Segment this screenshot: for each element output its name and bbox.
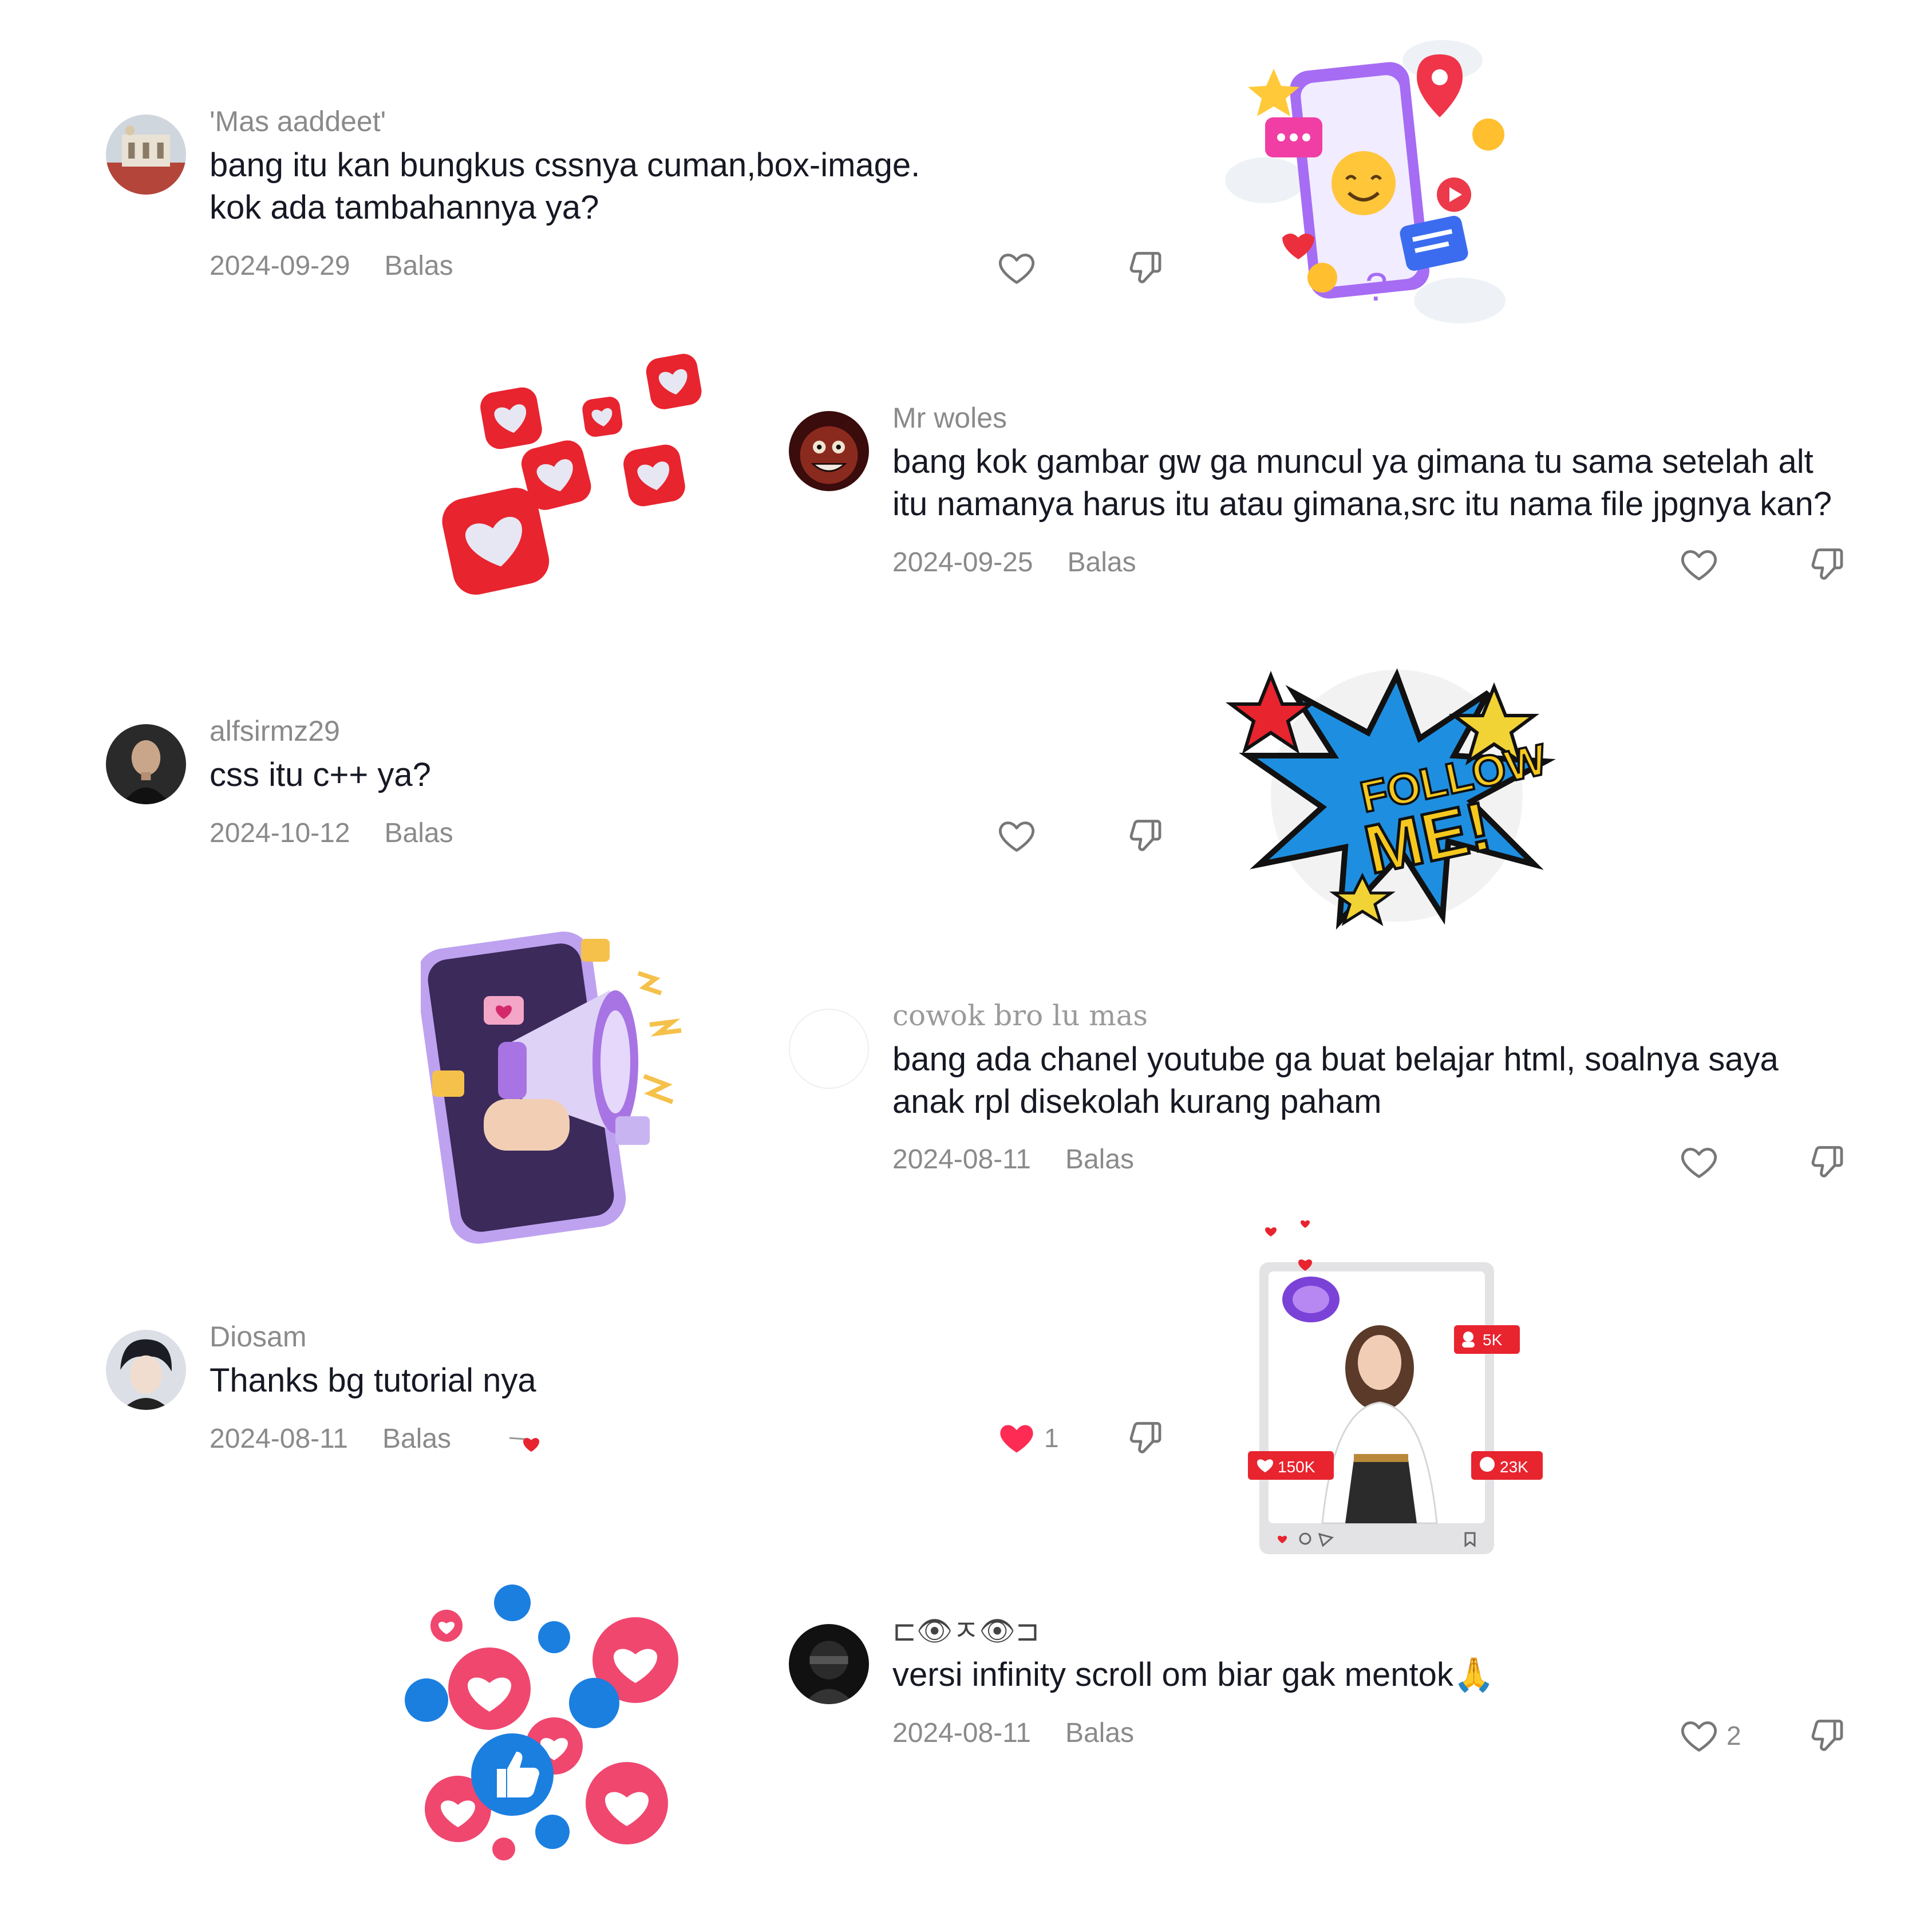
reply-button[interactable]: Balas [385,818,453,848]
username[interactable]: alfsirmz29 [210,714,340,748]
comment-meta: 2024-08-11 Balas [210,1423,451,1455]
heart-outline-icon [1681,1148,1717,1178]
influencer-post-sticker: 5K 150K 23K [1248,1219,1546,1557]
reply-button[interactable]: Balas [385,251,453,281]
thumbs-down-icon [1811,1720,1843,1751]
comments-badge-text: 23K [1500,1458,1528,1476]
comment-text: css itu c++ ya? [210,754,431,796]
likes-badge-text: 150K [1278,1458,1315,1476]
comment-text: bang kok gambar gw ga muncul ya gimana t… [892,441,1832,526]
comment-meta: 2024-09-25 Balas [892,547,1136,579]
avatar[interactable] [789,1624,869,1704]
comment-date: 2024-08-11 [892,1144,1031,1175]
comment-text-line: anak rpl disekolah kurang paham [892,1083,1382,1120]
creator-liked-heart-icon [508,1430,548,1453]
comment-text-line: itu namanya harus itu atau gimana,src it… [892,485,1832,523]
comment-meta: 2024-08-11 Balas [892,1717,1134,1749]
comment-date: 2024-09-25 [892,547,1033,578]
like-button[interactable] [996,813,1037,859]
username[interactable]: Mr woles [892,401,1007,434]
like-button[interactable]: 1 [996,1415,1059,1461]
like-button[interactable] [1678,542,1720,587]
avatar[interactable] [789,1009,869,1089]
comment-text-line: bang ada chanel youtube ga buat belajar … [892,1041,1779,1078]
username[interactable]: Diosam [210,1320,306,1353]
comment-date: 2024-08-11 [892,1718,1031,1748]
dislike-button[interactable] [1124,1415,1165,1461]
username[interactable]: 'Mas aaddeet' [210,105,386,138]
thumbs-down-icon [1811,1146,1843,1178]
megaphone-phone-sticker [421,927,707,1248]
comment-date: 2024-08-11 [210,1424,348,1454]
like-button[interactable]: 2 [1678,1713,1741,1759]
heart-outline-icon [999,254,1034,284]
heart-outline-icon [1681,550,1717,580]
comment-text: bang ada chanel youtube ga buat belajar … [892,1038,1779,1123]
likes-bubbles-sticker [401,1574,687,1872]
reply-button[interactable]: Balas [382,1424,451,1454]
comment-meta: 2024-10-12 Balas [210,817,453,850]
comment-meta: 2024-09-29 Balas [210,250,453,282]
svg-text:?: ? [1365,264,1388,309]
followers-badge-text: 5K [1483,1331,1503,1349]
thumbs-down-icon [1129,252,1161,283]
comment-text-line: css itu c++ ya? [210,756,431,793]
comment-date: 2024-10-12 [210,818,350,848]
thumbs-down-icon [1129,820,1161,851]
heart-outline-icon [1681,1721,1717,1752]
username[interactable]: ⊏👁ㅈ👁⊐ [892,1614,1040,1647]
follow-me-sticker: FOLLOW ME! [1225,658,1568,933]
reply-button[interactable]: Balas [1065,1718,1134,1748]
comment-date: 2024-09-29 [210,251,350,281]
thumbs-down-icon [1129,1422,1161,1453]
thumbs-down-icon [1811,548,1843,580]
like-count: 2 [1726,1721,1741,1751]
comment-text-line: kok ada tambahannya ya? [210,189,599,226]
social-media-phone-sticker: ? [1214,31,1511,329]
comment-text-line: Thanks bg tutorial nya [210,1362,536,1399]
comment-meta: 2024-08-11 Balas [892,1144,1134,1176]
comment-text: Thanks bg tutorial nya [210,1360,536,1402]
dislike-button[interactable] [1805,542,1847,587]
like-button[interactable] [996,245,1037,291]
comment-text-line: versi infinity scroll om biar gak mentok… [892,1656,1495,1693]
username[interactable]: cowok bro lu mas [892,999,1148,1032]
comment-text-line: bang itu kan bungkus cssnya cuman,box-im… [210,147,920,184]
avatar[interactable] [789,411,869,491]
avatar[interactable] [106,1330,186,1410]
reply-button[interactable]: Balas [1065,1144,1134,1175]
dislike-button[interactable] [1805,1713,1847,1759]
dislike-button[interactable] [1805,1139,1847,1185]
like-button[interactable] [1678,1139,1720,1185]
floating-hearts-sticker [415,349,713,635]
dislike-button[interactable] [1124,245,1165,291]
avatar[interactable] [106,724,186,804]
comment-text: bang itu kan bungkus cssnya cuman,box-im… [210,144,920,229]
comment-text-line: bang kok gambar gw ga muncul ya gimana t… [892,443,1814,480]
reply-button[interactable]: Balas [1068,547,1136,578]
comment-text: versi infinity scroll om biar gak mentok… [892,1654,1495,1696]
heart-filled-icon [1000,1425,1033,1453]
dislike-button[interactable] [1124,813,1165,859]
heart-outline-icon [999,821,1034,852]
avatar[interactable] [106,114,186,195]
like-count: 1 [1044,1423,1059,1453]
